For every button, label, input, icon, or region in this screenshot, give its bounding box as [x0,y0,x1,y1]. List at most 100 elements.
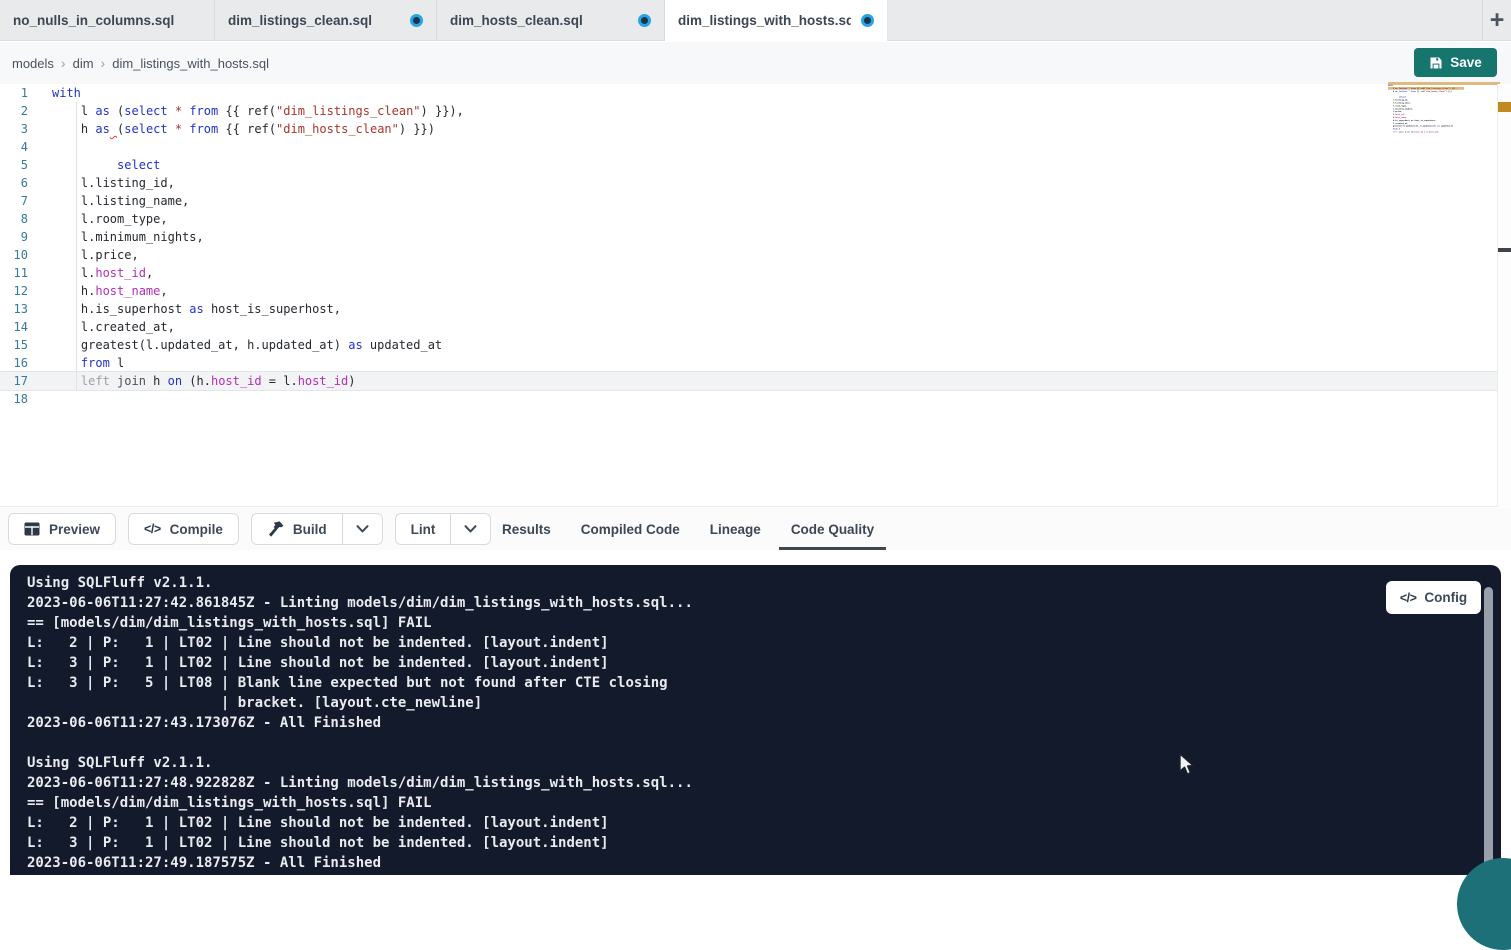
code-line[interactable]: 15 greatest(l.updated_at, h.updated_at) … [0,336,1497,354]
new-tab-button[interactable]: + [1482,0,1511,41]
code-line[interactable]: 12 h.host_name, [0,282,1497,300]
code-line[interactable]: 5 select [0,156,1497,174]
terminal-line: L: 3 | P: 1 | LT02 | Line should not be … [27,833,693,853]
config-button-label: Config [1424,590,1467,605]
minimap[interactable]: with l as (select * from {{ ref("dim_lis… [1388,84,1464,146]
terminal-line: == [models/dim/dim_listings_with_hosts.s… [27,793,693,813]
build-button[interactable]: Build [251,513,383,545]
build-dropdown-button[interactable] [342,514,382,544]
terminal-line [27,733,693,753]
config-button[interactable]: </> Config [1386,581,1481,614]
save-button[interactable]: Save [1414,48,1497,77]
chevron-down-icon [464,525,477,533]
editor-toolbar: Preview </>Compile Build Lint ResultsCompil… [0,508,1511,550]
build-button-main[interactable]: Build [252,514,342,544]
terminal-line: 2023-06-06T11:27:43.173076Z - All Finish… [27,713,693,733]
tab-label: dim_listings_clean.sql [228,13,372,28]
lint-button-label: Lint [411,522,436,537]
terminal-line: 2023-06-06T11:27:48.922828Z - Linting mo… [27,773,693,793]
code-line-text: l.listing_name, [52,192,189,210]
code-line-text: l.minimum_nights, [52,228,204,246]
tab-strip: no_nulls_in_columns.sql dim_listings_clea… [0,0,1511,41]
indent-guide [76,102,77,390]
editor-tab[interactable]: no_nulls_in_columns.sql [0,0,215,41]
compile-button-main[interactable]: </>Compile [129,514,238,544]
code-line-text: l as (select * from {{ ref("dim_listings… [52,102,464,120]
code-line[interactable]: 17 left join h on (h.host_id = l.host_id… [0,372,1497,390]
code-line-text: with [52,84,81,102]
breadcrumb-item[interactable]: dim_listings_with_hosts.sql [112,56,269,71]
code-line[interactable]: 6 l.listing_id, [0,174,1497,192]
line-number: 8 [0,210,28,228]
table-icon [24,522,40,536]
code-editor: 1 with2 l as (select * from {{ ref("dim_l… [0,84,1511,507]
code-line[interactable]: 2 l as (select * from {{ ref("dim_listin… [0,102,1497,120]
line-number: 18 [0,390,28,408]
editor-tab[interactable]: dim_listings_clean.sql [215,0,437,41]
compile-button[interactable]: </>Compile [128,513,239,545]
code-line[interactable]: 8 l.room_type, [0,210,1497,228]
terminal-line: Using SQLFluff v2.1.1. [27,753,693,773]
code-line[interactable]: 13 h.is_superhost as host_is_superhost, [0,300,1497,318]
warning-marker-icon [1498,102,1511,112]
terminal-scrollbar[interactable] [1484,587,1493,873]
terminal-line: == [models/dim/dim_listings_with_hosts.s… [27,613,693,633]
preview-button-main[interactable]: Preview [9,514,115,544]
line-number: 11 [0,264,28,282]
tab-code-quality[interactable]: Code Quality [776,508,889,550]
floppy-save-icon [1429,56,1443,70]
minimap-line [1388,133,1464,136]
code-line-text: left join h on (h.host_id = l.host_id) [52,372,356,390]
tab-results[interactable]: Results [487,508,566,550]
breadcrumb-separator: › [61,55,66,71]
overview-ruler[interactable] [1497,84,1511,507]
code-line-text: l.created_at, [52,318,175,336]
breadcrumb-item[interactable]: models [12,56,54,71]
code-brackets-icon: </> [1400,591,1417,605]
code-line[interactable]: 1 with [0,84,1497,102]
action-buttons: Preview </>Compile Build Lint [8,513,491,545]
code-line[interactable]: 3 h as (select * from {{ ref("dim_hosts_… [0,120,1497,138]
line-number: 9 [0,228,28,246]
code-line[interactable]: 11 l.host_id, [0,264,1497,282]
line-number: 14 [0,318,28,336]
terminal-line: Using SQLFluff v2.1.1. [27,573,693,593]
code-line[interactable]: 14 l.created_at, [0,318,1497,336]
code-line[interactable]: 10 l.price, [0,246,1497,264]
code-line-text: l.listing_id, [52,174,175,192]
lint-button[interactable]: Lint [395,513,492,545]
breadcrumb-bar: models›dim›dim_listings_with_hosts.sql S… [0,42,1511,84]
lint-dropdown-button[interactable] [450,514,490,544]
editor-tab[interactable]: dim_hosts_clean.sql [437,0,665,41]
hammer-icon [267,521,284,537]
terminal-line: 2023-06-06T11:27:49.187575Z - All Finish… [27,853,693,873]
lint-button-main[interactable]: Lint [396,514,451,544]
code-line-text: h as (select * from {{ ref("dim_hosts_cl… [52,120,435,138]
line-number: 3 [0,120,28,138]
unsaved-indicator-icon [638,14,651,27]
code-line[interactable]: 4 [0,138,1497,156]
breadcrumb-item[interactable]: dim [73,56,94,71]
code-line-text [52,390,59,408]
editor-tab[interactable]: dim_listings_with_hosts.sql [665,0,888,41]
code-line-text: from l [52,354,124,372]
code-line-text: l.room_type, [52,210,168,228]
unsaved-indicator-icon [861,14,874,27]
build-button-label: Build [293,522,327,537]
line-number: 5 [0,156,28,174]
code-line-text: select [52,156,160,174]
tab-compiled-code[interactable]: Compiled Code [566,508,695,550]
tab-lineage[interactable]: Lineage [695,508,776,550]
line-number: 17 [0,372,28,390]
save-button-label: Save [1450,55,1482,70]
line-number: 12 [0,282,28,300]
breadcrumb: models›dim›dim_listings_with_hosts.sql [12,42,269,84]
code-line[interactable]: 7 l.listing_name, [0,192,1497,210]
line-number: 15 [0,336,28,354]
code-line[interactable]: 9 l.minimum_nights, [0,228,1497,246]
code-line[interactable]: 18 [0,390,1497,408]
code-line[interactable]: 16 from l [0,354,1497,372]
preview-button[interactable]: Preview [8,513,116,545]
line-number: 1 [0,84,28,102]
terminal-output: Using SQLFluff v2.1.1.2023-06-06T11:27:4… [27,573,693,873]
